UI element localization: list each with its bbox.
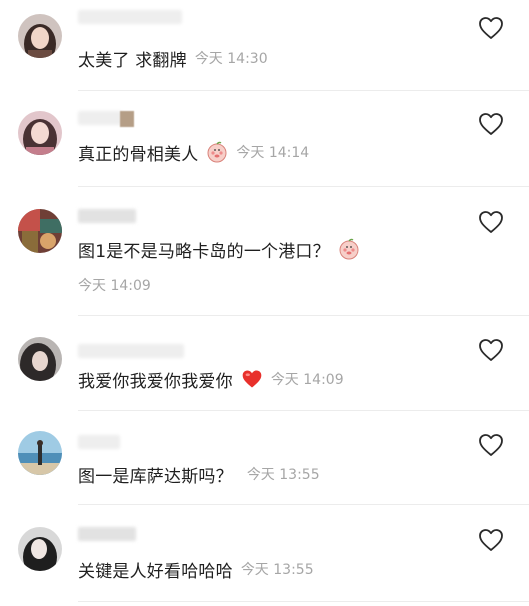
heart-outline-icon[interactable]: [478, 16, 504, 40]
username-redacted: [78, 111, 122, 125]
heart-outline-icon[interactable]: [478, 338, 504, 362]
comment-body: 图一是库萨达斯吗？ 今天 13:55: [78, 461, 320, 487]
comment-body: 我爱你我爱你我爱你 今天 14:09: [78, 366, 344, 392]
avatar-woman-dark-hair-icon[interactable]: [18, 14, 62, 58]
avatar-woman-bw-icon[interactable]: [18, 527, 62, 571]
avatar-woman-grey-icon[interactable]: [18, 337, 62, 381]
comment-item: 关键是人好看哈哈哈 今天 13:55: [0, 505, 529, 606]
comment-body: 关键是人好看哈哈哈 今天 13:55: [78, 556, 314, 582]
comment-time: 今天 14:30: [194, 51, 268, 67]
comment-time: 今天 14:09: [270, 372, 344, 388]
comment-time: 今天 14:09: [78, 278, 151, 294]
username-redacted: [78, 527, 136, 541]
heart-outline-icon[interactable]: [478, 433, 504, 457]
username-redacted-pixel: [120, 111, 134, 127]
comment-item: 图1是不是马略卡岛的一个港口？ 今天 14:09: [0, 187, 529, 316]
comment-time: 今天 13:55: [240, 562, 314, 578]
heart-outline-icon[interactable]: [478, 528, 504, 552]
avatar-woman-pink-icon[interactable]: [18, 111, 62, 155]
comment-body: 太美了 求翻牌 今天 14:30: [78, 45, 268, 71]
comment-body: 图1是不是马略卡岛的一个港口？: [78, 236, 360, 262]
comment-time: 今天 13:55: [246, 467, 320, 483]
username-redacted: [78, 209, 136, 223]
comment-text: 太美了 求翻牌: [78, 50, 187, 71]
comment-body: 真正的骨相美人 今天 14:14: [78, 139, 309, 165]
comment-item: 我爱你我爱你我爱你 今天 14:09: [0, 316, 529, 411]
blushing-piglet-emoji-icon: [206, 141, 228, 163]
heart-outline-icon[interactable]: [478, 112, 504, 136]
comment-text: 图1是不是马略卡岛的一个港口？: [78, 241, 330, 262]
comment-text: 真正的骨相美人: [78, 144, 199, 165]
comment-time: 今天 14:14: [236, 145, 310, 161]
divider: [78, 601, 529, 602]
comment-item: 真正的骨相美人 今天 14:14: [0, 91, 529, 187]
comment-text: 图一是库萨达斯吗？: [78, 466, 233, 487]
red-heart-emoji-icon: [241, 368, 263, 390]
comment-text: 关键是人好看哈哈哈: [78, 561, 233, 582]
username-redacted: [78, 344, 184, 358]
avatar-beach-icon[interactable]: [18, 431, 62, 475]
blushing-piglet-emoji-icon: [338, 238, 360, 260]
comment-item: 图一是库萨达斯吗？ 今天 13:55: [0, 411, 529, 505]
comment-item: 太美了 求翻牌 今天 14:30: [0, 0, 529, 92]
heart-outline-icon[interactable]: [478, 210, 504, 234]
comment-text: 我爱你我爱你我爱你: [78, 371, 233, 392]
username-redacted: [78, 10, 182, 24]
comment-list: 太美了 求翻牌 今天 14:30 真正的骨相美人 今天 14:14 图1是不是马…: [0, 0, 529, 606]
username-redacted: [78, 435, 120, 449]
avatar-colorful-icon[interactable]: [18, 209, 62, 253]
